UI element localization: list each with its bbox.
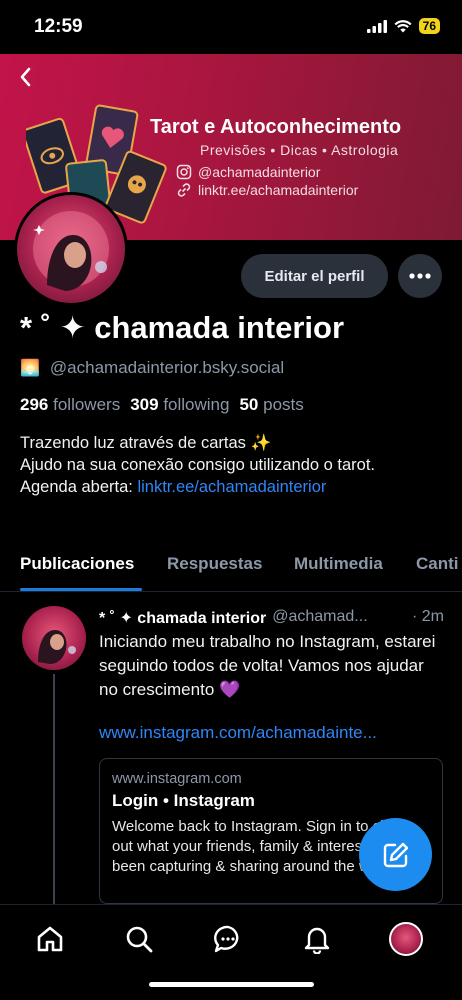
active-tab-indicator <box>20 588 142 591</box>
display-name: * ˚ ✦ chamada interior <box>20 310 345 345</box>
profile-tabs: Publicaciones Respuestas Multimedia Cant… <box>0 548 462 592</box>
nav-chat[interactable] <box>208 919 248 959</box>
post-link[interactable]: www.instagram.com/achamadainte... <box>99 723 377 743</box>
followers-label: followers <box>53 395 121 414</box>
posts-label: posts <box>263 395 304 414</box>
bell-icon <box>304 927 330 954</box>
search-icon <box>126 926 153 953</box>
avatar-illustration <box>38 630 76 664</box>
posts-stat: 50 posts <box>239 395 303 415</box>
tab-respuestas[interactable]: Respuestas <box>167 554 262 574</box>
profile-avatar[interactable] <box>14 192 128 306</box>
link-icon <box>177 183 191 197</box>
banner-subtitle: Previsões • Dicas • Astrologia <box>200 142 399 158</box>
tab-canti[interactable]: Canti <box>416 554 459 574</box>
status-bar: 12:59 76 <box>0 0 462 54</box>
handle-row: 🌅 @achamadainterior.bsky.social <box>20 358 284 378</box>
more-icon <box>409 273 431 279</box>
profile-stats: 296 followers 309 following 50 posts <box>20 395 304 415</box>
posts-count: 50 <box>239 395 259 414</box>
profile-handle: @achamadainterior.bsky.social <box>49 358 285 377</box>
compose-post-button[interactable] <box>359 818 432 891</box>
tab-publicaciones[interactable]: Publicaciones <box>20 554 134 574</box>
chat-icon <box>214 925 239 953</box>
card-title: Login • Instagram <box>112 791 255 810</box>
bio-link[interactable]: linktr.ee/achamadainterior <box>137 478 326 496</box>
banner-title: Tarot e Autoconhecimento <box>150 116 402 138</box>
battery-indicator: 76 <box>418 18 440 34</box>
status-time: 12:59 <box>34 16 83 37</box>
thread-line <box>53 674 55 904</box>
bio-line: Ajudo na sua conexão consigo utilizando … <box>20 456 375 474</box>
avatar-illustration <box>33 211 109 291</box>
following-count: 309 <box>130 395 159 414</box>
edit-profile-button[interactable]: Editar el perfil <box>241 254 388 298</box>
instagram-icon <box>176 164 192 180</box>
status-icons: 76 <box>366 18 440 34</box>
nav-home[interactable] <box>30 919 70 959</box>
compose-icon <box>383 842 408 867</box>
tab-multimedia[interactable]: Multimedia <box>294 554 383 574</box>
bio-line: Trazendo luz através de cartas ✨ <box>20 434 272 452</box>
nav-profile[interactable] <box>386 919 426 959</box>
banner-instagram: @achamadainterior <box>176 164 320 180</box>
post-author-name[interactable]: * ˚ ✦ chamada interior <box>99 608 266 628</box>
nav-notifications[interactable] <box>297 919 337 959</box>
signal-icon <box>366 19 387 33</box>
home-indicator <box>149 982 314 987</box>
following-label: following <box>163 395 230 414</box>
nav-profile-avatar <box>389 922 423 956</box>
followers-stat[interactable]: 296 followers <box>20 395 120 415</box>
home-icon <box>37 926 63 952</box>
followers-count: 296 <box>20 395 49 414</box>
banner-link-text: linktr.ee/achamadainterior <box>198 182 359 198</box>
bio-line: Agenda aberta: linktr.ee/achamadainterio… <box>20 476 450 498</box>
profile-bio: Trazendo luz através de cartas ✨ Ajudo n… <box>20 432 450 498</box>
wifi-icon <box>394 19 412 32</box>
post-header: * ˚ ✦ chamada interior @achamad... · 2m <box>99 608 444 628</box>
banner-instagram-handle: @achamadainterior <box>198 164 321 180</box>
bio-agenda-label: Agenda aberta: <box>20 478 138 496</box>
handle-emoji: 🌅 <box>20 360 40 377</box>
banner-link: linktr.ee/achamadainterior <box>176 182 358 198</box>
card-domain: www.instagram.com <box>112 771 242 787</box>
following-stat[interactable]: 309 following <box>130 395 229 415</box>
post-author-avatar[interactable] <box>22 606 86 670</box>
nav-search[interactable] <box>119 919 159 959</box>
post-author-handle[interactable]: @achamad... <box>272 608 367 628</box>
post-text: Iniciando meu trabalho no Instagram, est… <box>99 632 436 699</box>
back-icon[interactable] <box>14 64 40 90</box>
post-timestamp: · 2m <box>412 608 444 625</box>
more-options-button[interactable] <box>398 254 442 298</box>
